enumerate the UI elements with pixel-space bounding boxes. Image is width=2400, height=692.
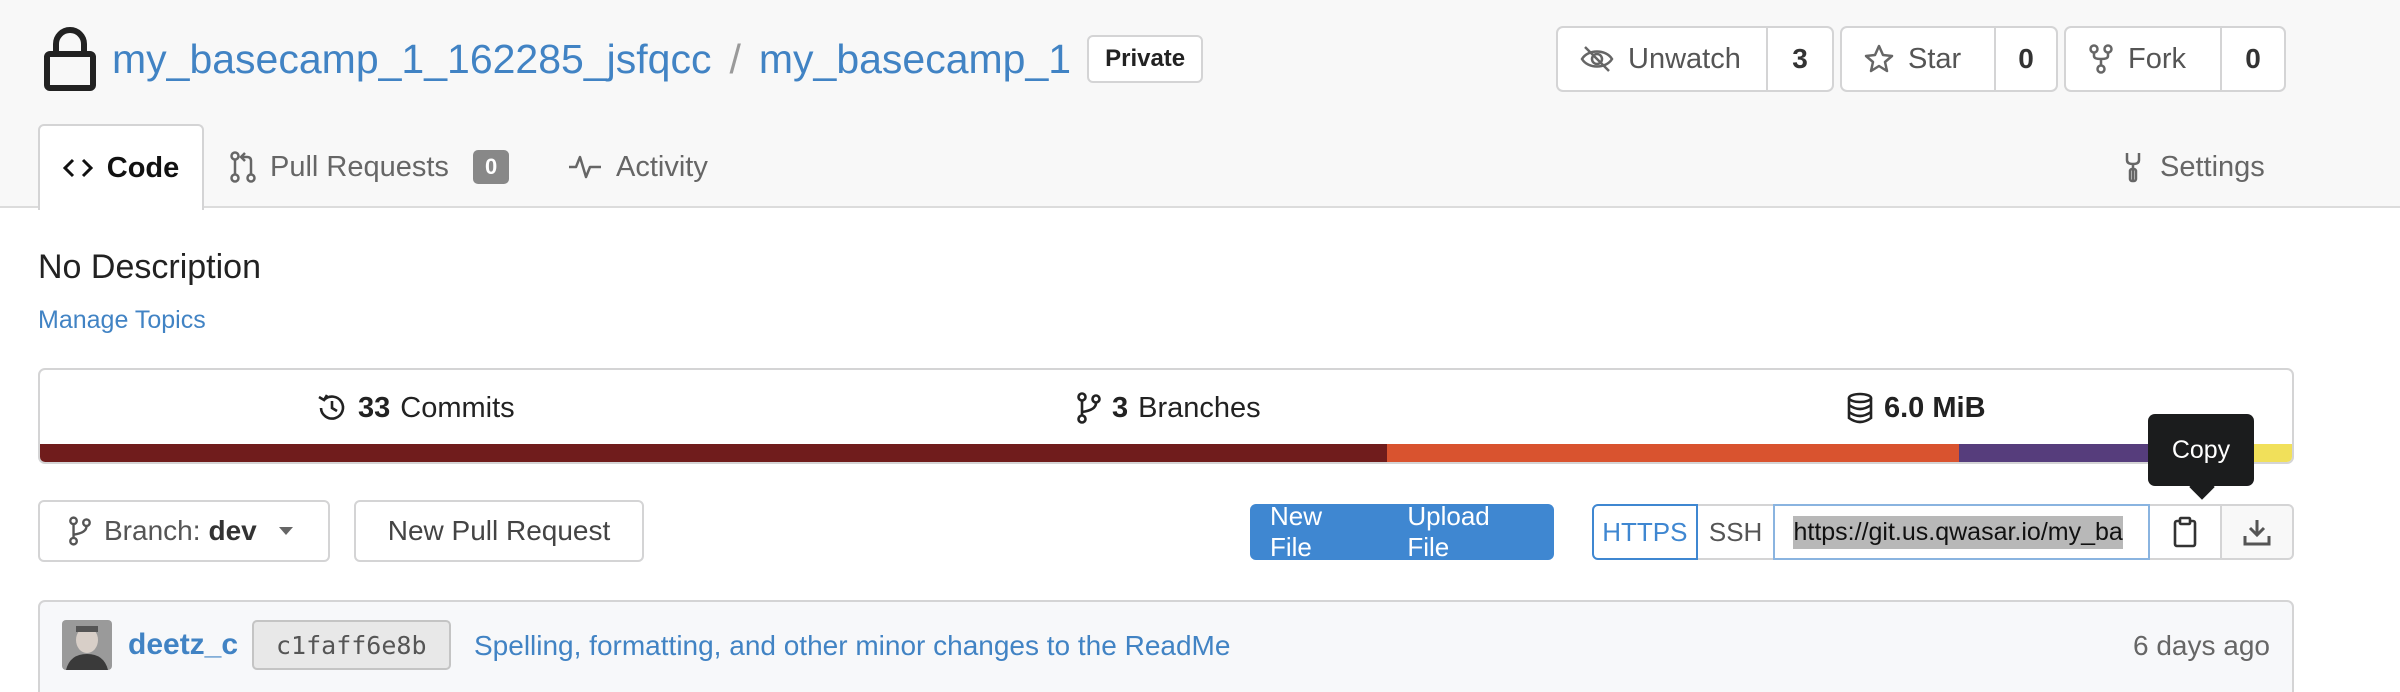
branches-stat[interactable]: 3 Branches: [1076, 388, 1261, 428]
code-icon: [62, 158, 93, 178]
eye-slash-icon: [1580, 46, 1614, 72]
repo-owner-link[interactable]: my_basecamp_1_162285_jsfqcc: [112, 36, 711, 83]
file-buttons: New File Upload File: [1250, 501, 1554, 563]
commits-count: 33: [358, 391, 391, 424]
tab-pull-requests[interactable]: Pull Requests 0: [230, 126, 510, 208]
language-bar: [40, 444, 2292, 462]
tools-icon: [2125, 153, 2141, 183]
tab-activity[interactable]: Activity: [568, 126, 708, 208]
pulse-icon: [569, 155, 601, 179]
ssh-button[interactable]: SSH: [1697, 504, 1774, 560]
fork-icon: [2089, 44, 2113, 74]
tab-activity-label: Activity: [616, 150, 708, 183]
branches-label: Branches: [1138, 391, 1261, 424]
commits-stat[interactable]: 33 Commits: [316, 388, 515, 428]
download-icon: [2243, 520, 2271, 546]
copy-url-button[interactable]: [2150, 504, 2223, 560]
unwatch-label: Unwatch: [1628, 42, 1741, 75]
repo-header: my_basecamp_1_162285_jsfqcc / my_basecam…: [0, 0, 2400, 210]
new-pull-request-button[interactable]: New Pull Request: [354, 500, 644, 562]
private-badge: Private: [1087, 35, 1204, 83]
database-icon: [1847, 392, 1873, 424]
avatar[interactable]: [62, 620, 112, 670]
language-bar-segment: [1386, 444, 1959, 462]
commit-time: 6 days ago: [2133, 630, 2270, 661]
watch-count[interactable]: 3: [1768, 28, 1832, 90]
branch-icon: [69, 516, 91, 546]
new-file-button[interactable]: New File: [1250, 501, 1387, 563]
clipboard-icon: [2174, 516, 2197, 548]
fork-count[interactable]: 0: [2222, 28, 2284, 90]
history-icon: [318, 394, 345, 420]
upload-file-button[interactable]: Upload File: [1387, 501, 1554, 563]
star-icon: [1864, 44, 1894, 73]
clone-panel: HTTPS SSH https://git.us.qwasar.io/my_ba: [1592, 504, 2295, 560]
branch-dropdown[interactable]: Branch: dev: [38, 500, 330, 562]
tab-pull-requests-label: Pull Requests: [270, 150, 449, 183]
star-group: Star 0: [1840, 26, 2058, 92]
tab-code[interactable]: Code: [38, 124, 204, 210]
fork-button[interactable]: Fork: [2066, 28, 2222, 90]
branch-name: dev: [208, 515, 257, 546]
download-button[interactable]: [2222, 504, 2295, 560]
repo-path-separator: /: [729, 35, 741, 82]
latest-commit-row: deetz_c c1faff6e8b Spelling, formatting,…: [38, 600, 2294, 692]
clone-url-text: https://git.us.qwasar.io/my_ba: [1793, 515, 2123, 549]
repo-description: No Description: [38, 248, 261, 286]
manage-topics-link[interactable]: Manage Topics: [38, 306, 206, 335]
pull-request-icon: [230, 151, 256, 183]
repo-name-link[interactable]: my_basecamp_1: [759, 36, 1071, 83]
repo-title: my_basecamp_1_162285_jsfqcc / my_basecam…: [42, 24, 1204, 94]
tab-settings-label: Settings: [2160, 150, 2265, 183]
lock-icon: [44, 27, 96, 91]
tab-settings[interactable]: Settings: [2120, 126, 2265, 208]
repo-stats-box: 33 Commits 3 Branches 6.0 MiB: [38, 368, 2294, 464]
branches-count: 3: [1112, 391, 1129, 424]
branch-prefix: Branch:: [104, 515, 201, 546]
language-bar-segment: [40, 444, 1387, 462]
copy-tooltip: Copy: [2148, 414, 2254, 486]
clone-url-input[interactable]: https://git.us.qwasar.io/my_ba: [1773, 504, 2151, 560]
star-button[interactable]: Star: [1842, 28, 1996, 90]
commits-label: Commits: [400, 391, 515, 424]
commit-message-link[interactable]: Spelling, formatting, and other minor ch…: [474, 630, 1230, 662]
caret-down-icon: [278, 527, 293, 535]
fork-group: Fork 0: [2064, 26, 2286, 92]
commit-author-link[interactable]: deetz_c: [128, 628, 238, 662]
https-button[interactable]: HTTPS: [1592, 504, 1698, 560]
size-stat: 6.0 MiB: [1846, 388, 1996, 428]
tab-code-label: Code: [106, 151, 180, 184]
unwatch-button[interactable]: Unwatch: [1558, 28, 1768, 90]
fork-label: Fork: [2128, 42, 2186, 75]
repo-size: 6.0 MiB: [1884, 391, 1986, 424]
watch-group: Unwatch 3: [1556, 26, 1834, 92]
star-count[interactable]: 0: [1996, 28, 2056, 90]
star-label: Star: [1908, 42, 1962, 75]
branch-icon: [1077, 392, 1101, 424]
pull-requests-count-badge: 0: [472, 150, 510, 184]
commit-sha-button[interactable]: c1faff6e8b: [252, 620, 451, 670]
